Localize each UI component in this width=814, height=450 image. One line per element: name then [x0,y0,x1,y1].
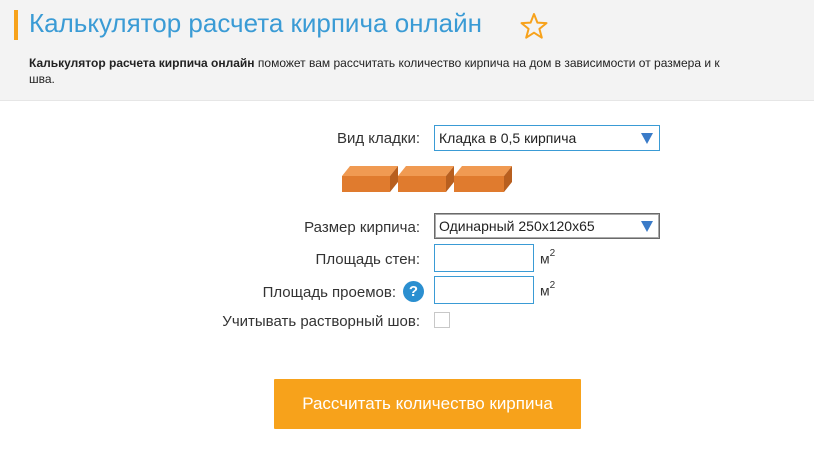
wall-area-input[interactable] [434,244,534,272]
brick-3 [454,166,512,192]
description-text: поможет вам рассчитать количество кирпич… [254,56,720,70]
star-icon[interactable] [520,12,548,40]
description-bold: Калькулятор расчета кирпича онлайн [29,56,255,70]
masonry-type-select[interactable]: Кладка в 0,5 кирпича [434,125,660,151]
mortar-joint-label: Учитывать растворный шов: [222,313,420,330]
brick-layout-illustration [342,166,512,192]
description-text-line2: шва. [29,72,55,86]
brick-size-select[interactable]: Одинарный 250x120x65 [434,213,660,239]
brick-size-value: Одинарный 250x120x65 [439,218,595,234]
openings-area-input[interactable] [434,276,534,304]
masonry-type-label: Вид кладки: [337,130,420,147]
page-description: Калькулятор расчета кирпича онлайн помож… [29,55,814,87]
unit-text: м [540,250,550,267]
calculate-button[interactable]: Рассчитать количество кирпича [274,379,581,429]
brick-1 [342,166,398,192]
page-header: Калькулятор расчета кирпича онлайн Кальк… [0,0,814,101]
unit-exponent: 2 [549,248,556,259]
wall-area-unit: м2 [540,248,556,267]
mortar-joint-checkbox[interactable] [434,312,450,328]
unit-exponent: 2 [549,280,556,291]
title-accent-bar [14,10,18,40]
openings-area-unit: м2 [540,280,556,299]
openings-area-label: Площадь проемов: [262,284,396,301]
unit-text: м [540,282,550,299]
brick-size-label: Размер кирпича: [304,219,420,236]
page-title: Калькулятор расчета кирпича онлайн [29,8,483,38]
chevron-down-icon [641,221,653,232]
help-icon[interactable]: ? [403,281,424,302]
wall-area-label: Площадь стен: [315,251,420,268]
brick-2 [398,166,454,192]
chevron-down-icon [641,133,653,144]
masonry-type-value: Кладка в 0,5 кирпича [439,130,577,146]
